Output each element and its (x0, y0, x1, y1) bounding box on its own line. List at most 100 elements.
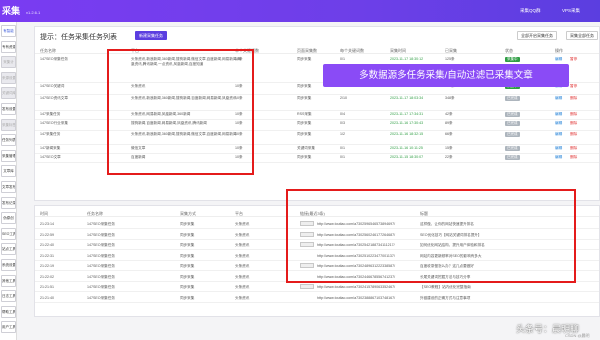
sidebar-item[interactable]: 采集管理 (1, 149, 16, 162)
task-action-link[interactable]: 删除 (570, 121, 577, 126)
log-mode: 同步采集 (180, 264, 195, 268)
task-status-badge: 已完成 (505, 121, 520, 126)
task-action-link[interactable]: 删除 (570, 112, 577, 117)
task-keyword-progress: 2/10 (340, 96, 347, 100)
log-title: 外链建设的正确方式与注意事项 (420, 295, 471, 300)
task-keyword-progress: 1/2 (340, 132, 345, 136)
task-status-badge: 已完成 (505, 155, 520, 160)
log-column-header: 采集方式 (180, 211, 196, 216)
task-edit-link[interactable]: 编辑 (555, 96, 562, 101)
app-version: v1.2.6.1 (26, 10, 41, 15)
task-column-header: 状态 (505, 48, 513, 53)
log-platform: 头条资讯 (235, 295, 250, 300)
top-link-qq[interactable]: 采集QQ群 (520, 8, 541, 14)
task-edit-link[interactable]: 编辑 (555, 112, 562, 117)
sidebar-item[interactable]: 文章发布 (1, 181, 16, 193)
task-time: 2023-11-15 18:30:07 (390, 155, 424, 159)
log-mode: 同步采集 (180, 295, 195, 300)
log-link[interactable]: http://www.toutiao.com/a7302415789063352… (317, 285, 395, 289)
log-time: 21:22:19 (40, 264, 54, 268)
log-time: 21:22:59 (40, 232, 54, 237)
task-name: 147新闻采集 (40, 146, 61, 150)
sidebar-item[interactable]: 发布设置 (1, 103, 16, 115)
log-mode: 同步采集 (180, 253, 195, 258)
task-edit-link[interactable]: 编辑 (555, 121, 562, 126)
task-name: 147SEO行业采集 (40, 121, 68, 125)
sidebar-item[interactable]: 用户工具 (1, 321, 16, 334)
log-platform: 头条资讯 (235, 222, 250, 226)
task-time: 2023-11-17 18:03:34 (390, 96, 424, 100)
task-time: 2023-11-16 18:32:15 (390, 132, 424, 136)
task-name: 147SEO资讯文章 (40, 96, 68, 100)
log-time: 21:21:40 (40, 295, 54, 300)
task-action-link[interactable]: 暂停 (570, 57, 577, 62)
sidebar-item[interactable]: 帮助工具 (1, 305, 16, 318)
task-edit-link[interactable]: 编辑 (555, 132, 562, 137)
sidebar-item[interactable]: 采集计 (1, 56, 16, 69)
task-collected: 42条 (445, 112, 453, 116)
platform-highlight-box (107, 49, 254, 175)
sidebar-item[interactable]: 有智能 (1, 25, 16, 37)
task-time: 2023-11-16 10:11:25 (390, 146, 423, 150)
log-task-name: 147SEO采集任务 (87, 243, 115, 247)
task-mode: 同步采集 (297, 132, 312, 136)
task-column-header: 采集时间 (390, 48, 406, 53)
sidebar-item[interactable]: 任务列表 (1, 134, 16, 147)
watermark-sub: CSDN @晨明 (565, 333, 590, 338)
task-action-link[interactable]: 删除 (570, 132, 577, 137)
sidebar-item[interactable]: 伪原创 (1, 212, 16, 225)
sidebar-item[interactable]: 文章库 (1, 165, 16, 178)
task-action-link[interactable]: 删除 (570, 155, 577, 160)
log-task-name: 147SEO采集任务 (87, 253, 115, 258)
sidebar-item[interactable]: 其他工具 (1, 274, 16, 287)
task-mode: 同步采集 (297, 121, 312, 125)
collect-all-button[interactable]: 采集全部任务 (566, 31, 598, 40)
task-status-badge: 已完成 (505, 146, 520, 151)
task-action-link[interactable]: 暂停 (570, 84, 577, 89)
log-row: 21:21:51 147SEO采集任务 同步采集 头条资讯 http://www.tou… (35, 282, 599, 292)
log-column-header: 时间 (40, 211, 48, 216)
task-edit-link[interactable]: 编辑 (555, 146, 562, 151)
task-mode: 同步采集 (297, 155, 312, 159)
new-task-button[interactable]: 新建采集任务 (135, 31, 167, 40)
log-platform: 头条资讯 (235, 243, 250, 247)
sidebar-item[interactable]: 关键词库 (1, 87, 16, 100)
log-platform: 头条资讯 (235, 285, 250, 289)
task-status-badge: 已完成 (505, 132, 520, 137)
log-link[interactable]: http://www.toutiao.com/a7302388867103748… (317, 296, 395, 300)
sidebar-item[interactable]: 专有资源 (1, 40, 16, 53)
page-title: 提示：任务采集任务列表 (40, 34, 117, 41)
task-mode: RSS采集 (297, 112, 312, 116)
sidebar-item[interactable]: 采集标签 (1, 118, 16, 131)
task-edit-link[interactable]: 编辑 (555, 155, 562, 160)
start-all-tasks-button[interactable]: 全部开启采集任务 (517, 31, 557, 40)
feature-callout: 多数据源多任务采集/自动过滤已采集文章 (323, 64, 569, 87)
task-status-badge: 已完成 (505, 96, 520, 101)
task-time: 2023-11-17 17:34:31 (390, 112, 424, 116)
log-task-name: 147SEO采集任务 (87, 274, 115, 279)
task-action-link[interactable]: 删除 (570, 96, 577, 101)
task-column-header: 每个关键词数 (340, 48, 364, 53)
top-bar: 采集 v1.2.6.1 采集QQ群 VPS采集 (0, 0, 600, 22)
log-column-header: 平台 (235, 211, 243, 216)
sidebar-item[interactable]: 日志工具 (1, 290, 16, 303)
task-status-badge: 已完成 (505, 112, 520, 117)
sidebar-item[interactable]: SEO工具 (1, 227, 16, 240)
sidebar-item[interactable]: 发布记录 (1, 196, 16, 209)
app-title: 采集 (2, 6, 21, 16)
task-action-link[interactable]: 删除 (570, 146, 577, 151)
top-link-vps[interactable]: VPS采集 (562, 8, 580, 14)
log-mode: 同步采集 (180, 222, 195, 226)
sidebar-item[interactable]: 系统设置 (1, 259, 16, 271)
task-keyword-progress: 0/1 (340, 155, 345, 159)
sidebar-item[interactable]: 来源设置 (1, 71, 16, 84)
log-title: 【SEO教程】站内优化完整指南 (420, 285, 471, 289)
log-mode: 同步采集 (180, 243, 195, 247)
log-platform: 头条资讯 (235, 264, 250, 268)
task-name: 147采集任务 (40, 132, 61, 136)
task-mode: 同步采集 (297, 57, 312, 61)
sidebar-item[interactable]: 站点工具 (1, 243, 16, 256)
task-edit-link[interactable]: 编辑 (555, 57, 562, 62)
log-column-header: 任务名称 (87, 211, 103, 216)
task-column-header: 已采集 (445, 48, 457, 53)
